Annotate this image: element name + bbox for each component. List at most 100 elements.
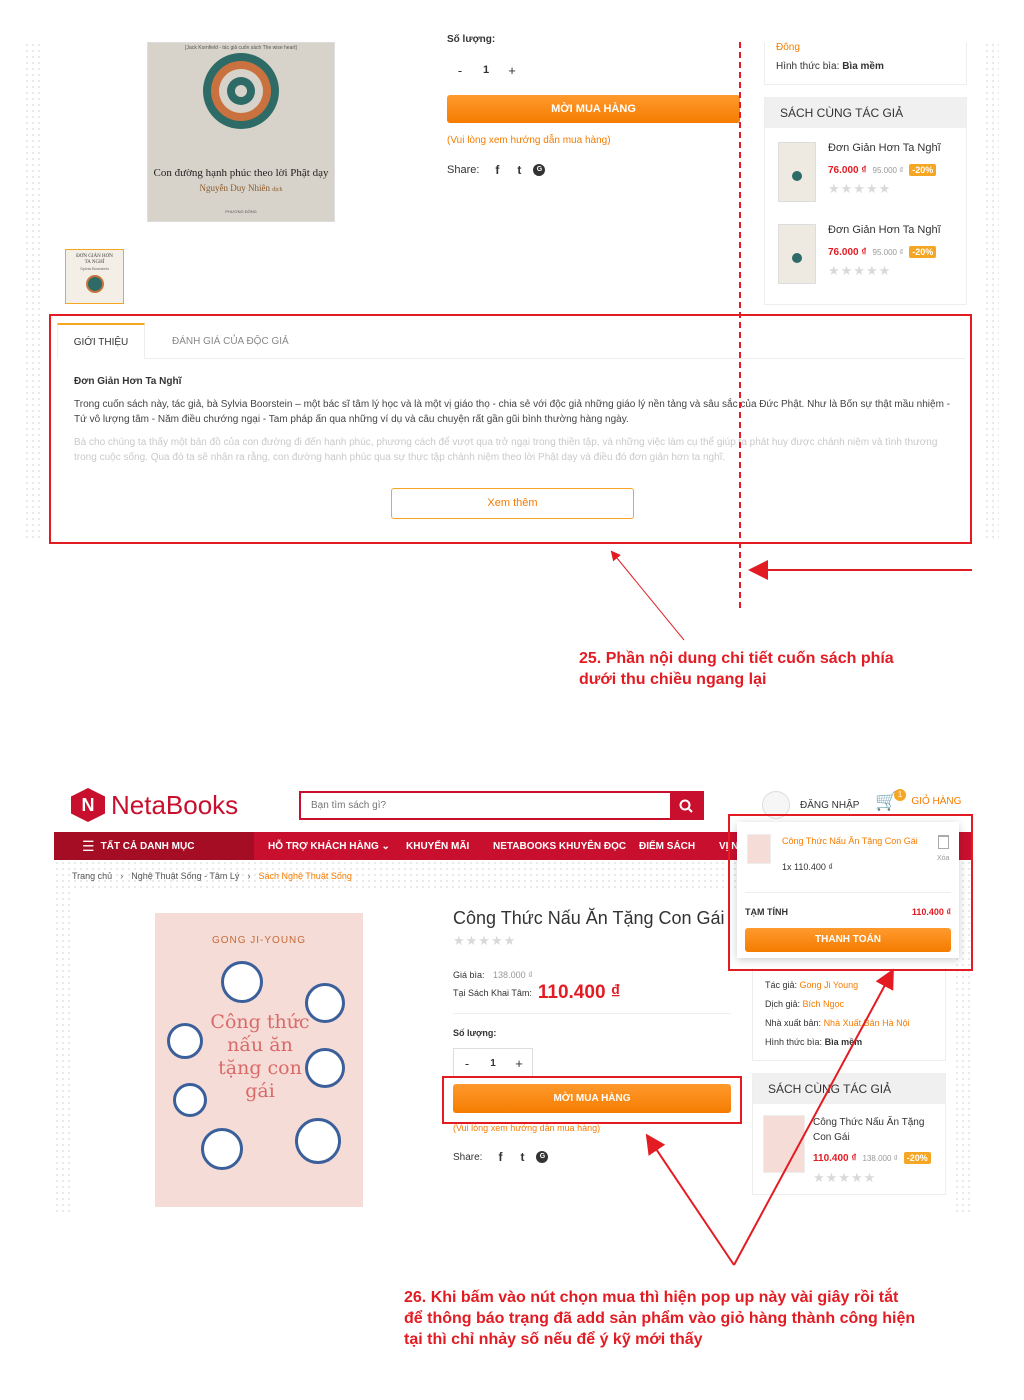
cover-author-role: dịch xyxy=(272,187,283,193)
same-author-name[interactable]: Đơn Giản Hơn Ta Nghĩ xyxy=(828,224,941,236)
same-author-price: 110.400 ₫ xyxy=(813,1152,857,1164)
same-author-cover xyxy=(778,224,816,284)
search-input[interactable] xyxy=(301,793,670,818)
cart-count-badge: 1 xyxy=(894,789,906,801)
qty-value[interactable]: 1 xyxy=(473,64,499,76)
quantity-stepper: - 1 + xyxy=(447,56,525,84)
same-author-cover xyxy=(763,1115,805,1173)
nav-promotions[interactable]: KHUYẾN MÃI xyxy=(406,841,469,852)
annotation-text-25: 25. Phần nội dung chi tiết cuốn sách phí… xyxy=(579,650,894,688)
food-plate-icon xyxy=(167,1023,203,1059)
book-cover-main: GONG JI-YOUNG Công thức nấu ăn tặng con … xyxy=(155,913,363,1207)
qty-plus-button[interactable]: + xyxy=(506,1056,532,1071)
food-plate-icon xyxy=(305,983,345,1023)
cover-publisher: PHƯƠNG ĐÔNG xyxy=(225,209,257,214)
chevron-right-icon: › xyxy=(120,871,124,881)
same-author-cover xyxy=(778,142,816,202)
cover-price-value: 138.000 ₫ xyxy=(493,970,533,980)
food-plate-icon xyxy=(221,961,263,1003)
share-label: Share: xyxy=(447,164,480,176)
author-value[interactable]: Gong Ji Young xyxy=(800,980,859,990)
publisher-value[interactable]: Nhà Xuất Bản Hà Nội xyxy=(824,1018,910,1028)
discount-badge: -20% xyxy=(909,164,937,176)
same-author-old-price: 95.000 ₫ xyxy=(872,247,904,257)
quantity-label: Số lượng: xyxy=(453,1028,497,1038)
cover-title: Con đường hạnh phúc theo lời Phật dạy xyxy=(153,167,329,179)
same-author-old-price: 95.000 ₫ xyxy=(872,165,904,175)
share-label: Share: xyxy=(453,1151,483,1163)
facebook-icon[interactable]: f xyxy=(492,1150,508,1164)
google-plus-icon[interactable]: G xyxy=(533,164,546,176)
buy-button[interactable]: MỜI MUA HÀNG xyxy=(447,95,740,123)
publisher-label: Nhà xuất bản: xyxy=(765,1018,822,1028)
breadcrumb-category[interactable]: Nghệ Thuật Sống - Tâm Lý xyxy=(131,871,239,881)
nav-all-categories[interactable]: ☰ TẤT CẢ DANH MỤC xyxy=(54,832,254,860)
logo-text-neta: Neta xyxy=(111,789,166,820)
nav-reviews[interactable]: ĐIỂM SÁCH xyxy=(639,841,695,852)
thumbnail-author: Sylvia Boorstein xyxy=(80,266,109,271)
food-plate-icon xyxy=(173,1083,207,1117)
cover-price-label: Giá bìa: xyxy=(453,970,485,980)
cart-link[interactable]: 🛒 1 GIỎ HÀNG xyxy=(875,789,962,812)
share-row: Share: f t G xyxy=(453,1150,554,1164)
book-cover-main: [Jack Kornfield - tác giả cuốn sách The … xyxy=(147,42,335,222)
publisher-value-tail[interactable]: Đông xyxy=(765,42,966,53)
breadcrumb-home[interactable]: Trang chủ xyxy=(72,871,112,881)
cart-label: GIỎ HÀNG xyxy=(911,796,962,807)
same-author-item[interactable]: Công Thức Nấu Ăn Tặng Con Gái 110.400 ₫ … xyxy=(763,1115,938,1185)
google-plus-icon[interactable]: G xyxy=(536,1151,549,1163)
product-thumbnail[interactable]: ĐƠN GIẢN HƠN TA NGHĨ Sylvia Boorstein xyxy=(65,249,124,304)
share-row: Share: f t G xyxy=(447,163,551,177)
quantity-stepper: - 1 + xyxy=(453,1048,533,1078)
same-author-title: SÁCH CÙNG TÁC GIẢ xyxy=(765,98,966,128)
buy-note-link[interactable]: (Vui lòng xem hướng dẫn mua hàng) xyxy=(453,1123,600,1133)
cover-type-value: Bìa mềm xyxy=(842,61,884,72)
food-plate-icon xyxy=(305,1048,345,1088)
translator-label: Dịch giả: xyxy=(765,999,801,1009)
discount-badge: -20% xyxy=(903,1152,931,1164)
same-author-price: 76.000 ₫ xyxy=(828,164,867,176)
qty-minus-button[interactable]: - xyxy=(454,1056,480,1071)
same-author-price: 76.000 ₫ xyxy=(828,246,867,258)
translator-value[interactable]: Bích Ngọc xyxy=(803,999,845,1009)
qty-plus-button[interactable]: + xyxy=(499,63,525,78)
logo-icon: N xyxy=(71,788,105,822)
breadcrumb-current: Sách Nghệ Thuật Sống xyxy=(258,871,352,881)
cover-type-label: Hình thức bìa: xyxy=(765,1037,823,1047)
logo[interactable]: N Neta Books xyxy=(71,788,238,822)
qty-value[interactable]: 1 xyxy=(480,1058,506,1069)
book-info-box: Tác giả: Gong Ji Young Dịch giả: Bích Ng… xyxy=(752,968,946,1061)
food-plate-icon xyxy=(295,1118,341,1164)
breadcrumb: Trang chủ › Nghệ Thuật Sống - Tâm Lý › Sác… xyxy=(72,871,352,881)
buy-note-link[interactable]: (Vui lòng xem hướng dẫn mua hàng) xyxy=(447,135,611,146)
same-author-item[interactable]: Đơn Giản Hơn Ta Nghĩ 76.000 ₫ 95.000 ₫ -… xyxy=(778,224,958,284)
rating-stars: ★★★★★ xyxy=(828,181,892,196)
nav-all-categories-label: TẤT CẢ DANH MỤC xyxy=(100,840,195,852)
search-bar xyxy=(299,791,704,820)
facebook-icon[interactable]: f xyxy=(489,163,505,177)
search-icon xyxy=(679,799,693,813)
chevron-right-icon: › xyxy=(247,871,251,881)
nav-recommended[interactable]: NETABOOKS KHUYÊN ĐỌC xyxy=(493,841,626,852)
twitter-icon[interactable]: t xyxy=(514,1150,530,1164)
same-author-name[interactable]: Công Thức Nấu Ăn Tặng Con Gái xyxy=(813,1115,933,1145)
annotation-text-26: 26. Khi bấm vào nút chọn mua thì hiện po… xyxy=(404,1289,916,1348)
chevron-down-icon: ⌄ xyxy=(381,841,390,852)
mandala-icon xyxy=(203,53,279,129)
same-author-name[interactable]: Đơn Giản Hơn Ta Nghĩ xyxy=(828,142,941,154)
same-author-item[interactable]: Đơn Giản Hơn Ta Nghĩ 76.000 ₫ 95.000 ₫ -… xyxy=(778,142,958,202)
search-button[interactable] xyxy=(670,793,702,818)
book-info-box: Đông Hình thức bìa: Bìa mềm xyxy=(764,42,967,85)
thumbnail-mandala-icon xyxy=(85,275,104,293)
cover-type-value: Bìa mềm xyxy=(824,1037,863,1047)
nav-support[interactable]: HỖ TRỢ KHÁCH HÀNG ⌄ xyxy=(268,841,390,852)
twitter-icon[interactable]: t xyxy=(511,163,527,177)
thumbnail-title: ĐƠN GIẢN HƠN TA NGHĨ xyxy=(76,254,113,265)
qty-minus-button[interactable]: - xyxy=(447,63,473,78)
product-title: Công Thức Nấu Ăn Tặng Con Gái xyxy=(453,908,725,928)
discount-badge: -20% xyxy=(909,246,937,258)
store-price-label: Tại Sách Khai Tâm: xyxy=(453,988,532,998)
login-label: ĐĂNG NHẬP xyxy=(800,799,860,811)
hamburger-icon: ☰ xyxy=(82,837,95,854)
logo-text-books: Books xyxy=(165,789,239,820)
